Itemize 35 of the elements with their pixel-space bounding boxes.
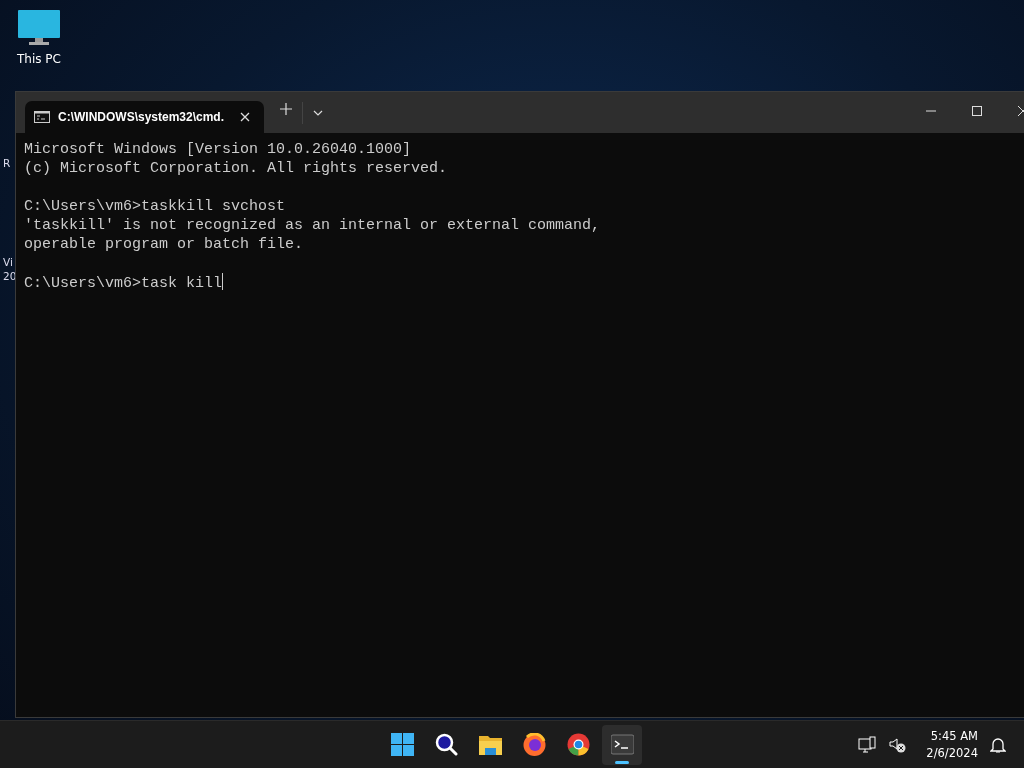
speaker-muted-icon[interactable] bbox=[888, 735, 907, 754]
close-tab-button[interactable] bbox=[240, 112, 250, 122]
terminal-button[interactable] bbox=[602, 724, 642, 765]
console-text: operable program or batch file. bbox=[24, 236, 304, 253]
maximize-button[interactable] bbox=[972, 106, 982, 116]
monitor-icon[interactable] bbox=[17, 8, 61, 46]
icon-label: This PC bbox=[17, 51, 61, 68]
network-icon[interactable] bbox=[858, 735, 877, 754]
console-text: C:\Users\vm6>taskkill svchost bbox=[24, 198, 286, 215]
chevron-down-icon bbox=[313, 109, 323, 116]
maximize-icon bbox=[972, 106, 982, 116]
folder-icon bbox=[478, 733, 502, 756]
browser-circle-icon bbox=[566, 733, 590, 756]
close-icon bbox=[240, 112, 250, 122]
partial-text: Vi bbox=[3, 256, 13, 269]
partial-text: R bbox=[3, 157, 11, 170]
tab-title: C:\WINDOWS\system32\cmd. bbox=[58, 109, 226, 126]
console-text: 'taskkill' is not recognized as an internal or external command, bbox=[24, 217, 601, 234]
plus-icon bbox=[280, 102, 292, 115]
clock-time: 5:45 AM bbox=[929, 727, 978, 745]
bell-icon[interactable] bbox=[990, 735, 1006, 754]
new-tab-button[interactable] bbox=[280, 102, 292, 115]
browser-globe-icon bbox=[522, 733, 546, 756]
search-icon bbox=[434, 733, 458, 756]
console-input[interactable]: C:\Users\vm6>task kill bbox=[24, 275, 223, 292]
clock-date: 2/6/2024 bbox=[926, 744, 978, 762]
clock[interactable]: 5:45 AM 2/6/2024 bbox=[926, 727, 978, 762]
windows-logo-icon bbox=[390, 733, 414, 756]
terminal-icon bbox=[610, 733, 634, 756]
console-text: (c) Microsoft Corporation. All rights reserved. bbox=[24, 160, 448, 177]
command-prompt-icon bbox=[34, 111, 50, 123]
terminal-tab[interactable]: C:\WINDOWS\system32\cmd. bbox=[25, 101, 264, 133]
console-text: Microsoft Windows [Version 10.0.26040.1000] bbox=[24, 141, 412, 158]
text-cursor bbox=[222, 273, 224, 290]
dropdown-button[interactable] bbox=[313, 109, 323, 116]
